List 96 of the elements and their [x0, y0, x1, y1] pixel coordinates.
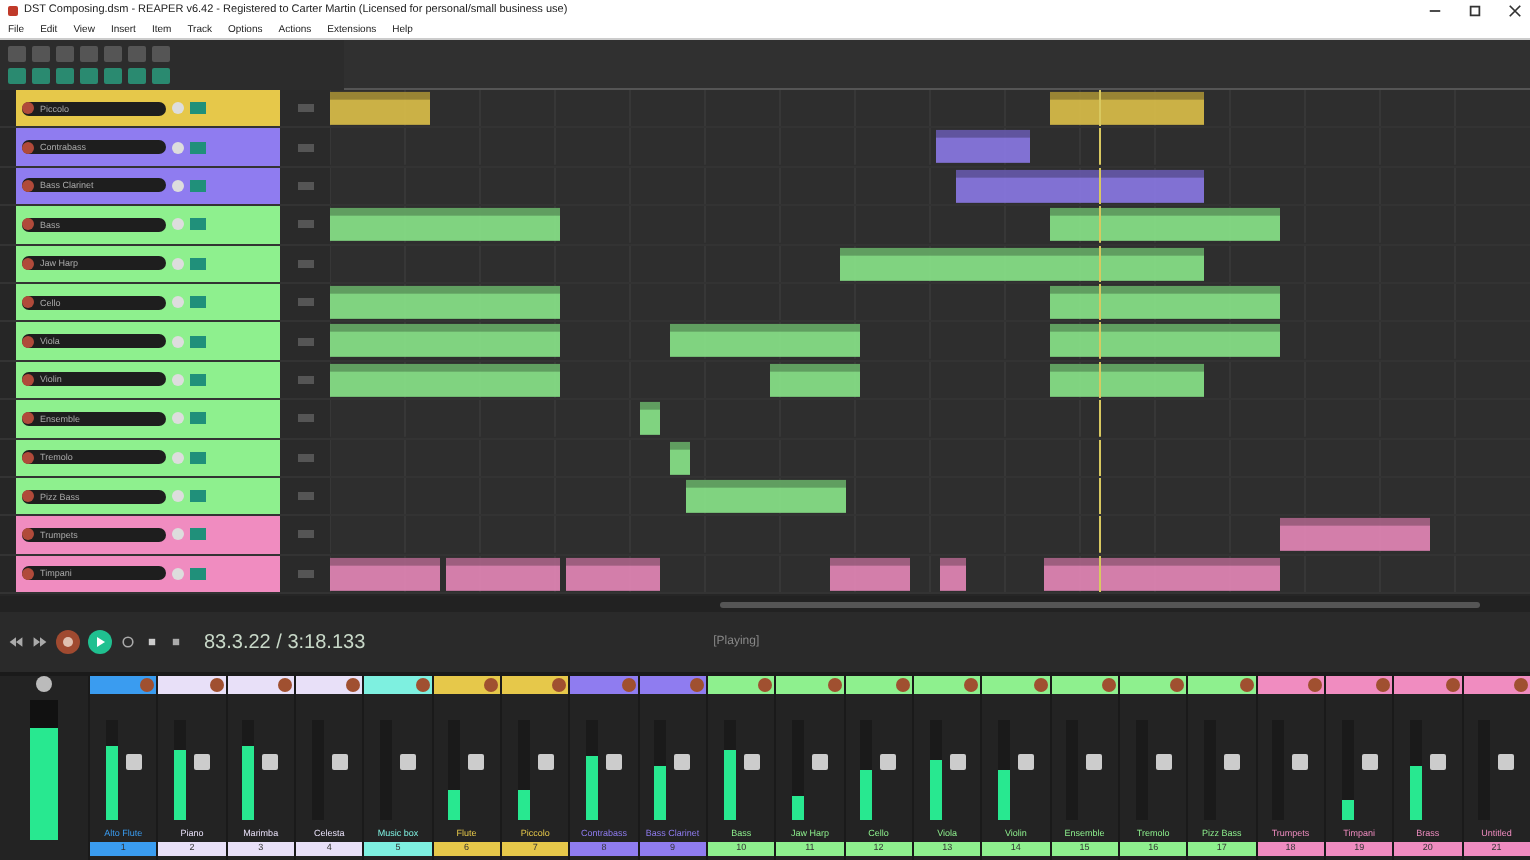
- fader-handle[interactable]: [193, 753, 210, 769]
- fader-handle[interactable]: [811, 753, 828, 769]
- fader-handle[interactable]: [1086, 753, 1103, 769]
- fader-handle[interactable]: [1155, 753, 1172, 769]
- pan-knob[interactable]: [346, 678, 361, 692]
- fx-slot[interactable]: [295, 676, 363, 694]
- record-arm-icon[interactable]: [22, 451, 34, 464]
- forward-icon[interactable]: [32, 634, 48, 650]
- pan-knob[interactable]: [1170, 678, 1185, 692]
- fader-handle[interactable]: [880, 753, 897, 769]
- level-meter: [860, 720, 873, 820]
- pan-knob[interactable]: [1033, 678, 1048, 692]
- fader-handle[interactable]: [1017, 753, 1034, 769]
- level-meter: [242, 720, 255, 820]
- fader-handle[interactable]: [949, 753, 966, 769]
- maximize-icon[interactable]: [1468, 3, 1482, 17]
- close-icon[interactable]: [1508, 3, 1522, 17]
- level-meter: [1341, 720, 1354, 820]
- master-meter: [30, 700, 58, 840]
- record-arm-icon[interactable]: [22, 102, 34, 115]
- record-arm-icon[interactable]: [22, 257, 34, 270]
- fader-handle[interactable]: [605, 753, 622, 769]
- fader-handle[interactable]: [468, 753, 485, 769]
- pan-knob[interactable]: [415, 678, 430, 692]
- pan-knob[interactable]: [827, 678, 842, 692]
- fx-slot[interactable]: [913, 676, 981, 694]
- app-icon: [8, 5, 18, 15]
- stop-icon[interactable]: [144, 634, 160, 650]
- repeat-icon[interactable]: [120, 634, 136, 650]
- level-meter: [929, 720, 942, 820]
- fx-slot[interactable]: [1119, 676, 1187, 694]
- record-arm-icon[interactable]: [22, 490, 34, 503]
- level-meter: [173, 720, 186, 820]
- fader-handle[interactable]: [1429, 753, 1446, 769]
- fx-button[interactable]: [190, 257, 206, 270]
- fader-handle[interactable]: [331, 753, 348, 769]
- fx-button[interactable]: [190, 335, 206, 348]
- record-arm-icon[interactable]: [22, 141, 34, 154]
- play-button[interactable]: [88, 630, 112, 654]
- fx-slot[interactable]: [1325, 676, 1393, 694]
- pan-knob[interactable]: [1376, 678, 1391, 692]
- settings-icon[interactable]: [36, 676, 52, 692]
- pan-knob[interactable]: [1513, 678, 1528, 692]
- fx-slot[interactable]: [707, 676, 775, 694]
- record-arm-icon[interactable]: [22, 179, 34, 192]
- level-meter: [997, 720, 1010, 820]
- pan-knob[interactable]: [483, 678, 498, 692]
- pause-icon[interactable]: [168, 634, 184, 650]
- record-arm-icon[interactable]: [22, 335, 34, 348]
- record-arm-icon[interactable]: [22, 567, 34, 580]
- pan-knob[interactable]: [1101, 678, 1116, 692]
- record-arm-icon[interactable]: [22, 373, 34, 386]
- record-arm-icon[interactable]: [22, 218, 34, 231]
- pan-knob[interactable]: [277, 678, 292, 692]
- pan-knob[interactable]: [895, 678, 910, 692]
- pan-knob[interactable]: [209, 678, 224, 692]
- fx-button[interactable]: [190, 218, 206, 231]
- pan-knob[interactable]: [758, 678, 773, 692]
- fx-button[interactable]: [190, 490, 206, 503]
- level-meter: [105, 720, 118, 820]
- level-meter: [448, 720, 461, 820]
- level-meter: [723, 720, 736, 820]
- fader-handle[interactable]: [399, 753, 416, 769]
- fader-handle[interactable]: [1223, 753, 1240, 769]
- fx-button[interactable]: [190, 373, 206, 386]
- fader-handle[interactable]: [1498, 753, 1515, 769]
- fx-button[interactable]: [190, 296, 206, 309]
- level-meter: [654, 720, 667, 820]
- pan-knob[interactable]: [964, 678, 979, 692]
- level-meter: [1409, 720, 1422, 820]
- pan-knob[interactable]: [1239, 678, 1254, 692]
- fader-handle[interactable]: [743, 753, 760, 769]
- record-arm-icon[interactable]: [22, 296, 34, 309]
- pan-knob[interactable]: [552, 678, 567, 692]
- record-arm-icon[interactable]: [22, 528, 34, 541]
- record-arm-icon[interactable]: [22, 412, 34, 425]
- level-meter: [517, 720, 530, 820]
- pan-knob[interactable]: [1307, 678, 1322, 692]
- level-meter: [585, 720, 598, 820]
- rewind-icon[interactable]: [8, 634, 24, 650]
- fader-handle[interactable]: [537, 753, 554, 769]
- fader-handle[interactable]: [674, 753, 691, 769]
- fx-button[interactable]: [190, 412, 206, 425]
- pan-knob[interactable]: [1445, 678, 1460, 692]
- fader-handle[interactable]: [1292, 753, 1309, 769]
- fx-button[interactable]: [190, 451, 206, 464]
- time-display: 83.3.22 / 3:18.133: [204, 631, 366, 653]
- volume-knob[interactable]: [172, 179, 184, 192]
- fx-button[interactable]: [190, 102, 206, 115]
- fader-handle[interactable]: [262, 753, 279, 769]
- volume-knob[interactable]: [172, 141, 184, 154]
- fx-slot[interactable]: [501, 676, 569, 694]
- record-button[interactable]: [56, 630, 80, 654]
- fader-handle[interactable]: [1361, 753, 1378, 769]
- fader-handle[interactable]: [125, 753, 142, 769]
- level-meter: [791, 720, 804, 820]
